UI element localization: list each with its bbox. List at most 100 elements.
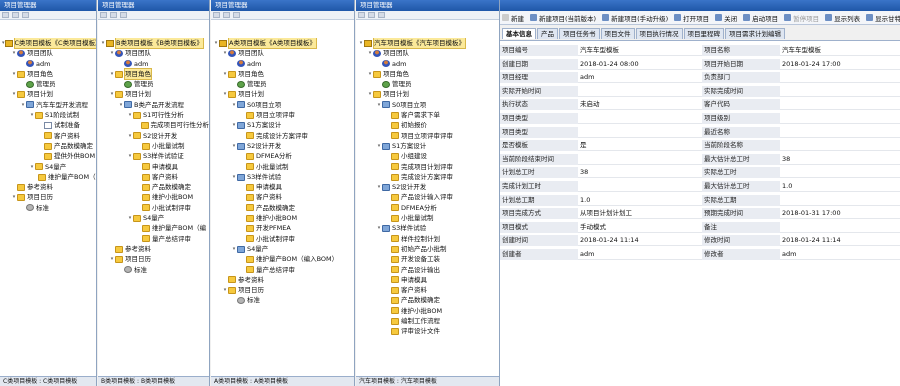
toolbar-button[interactable]: 暂停项目 [784,13,819,23]
tree-node[interactable]: 产品设计输出 [356,265,499,275]
pane-footer-tab[interactable]: C类项目模板 : C类项目模板 [0,376,96,386]
tree-node[interactable]: ▾ 项目日历 [0,192,96,202]
field-value[interactable]: 2018-01-24 11:14 [780,235,900,247]
pane-footer-tab[interactable]: A类项目模板 : A类项目模板 [211,376,354,386]
tree-node[interactable]: ▾ S0项目立项 [211,100,354,110]
toolbar-button-icon[interactable] [110,12,117,18]
tree-node[interactable]: DFMEA分析 [356,203,499,213]
toolbar-button-icon[interactable] [100,12,107,18]
tree-node[interactable]: 完成项目计划评审 [356,162,499,172]
toolbar-button-icon[interactable] [223,12,230,18]
tree-node[interactable]: 维护量产BOM（编入BOM） [211,254,354,264]
tree-node[interactable]: 参考资料 [98,244,209,254]
tree-node[interactable]: 标准 [0,203,96,213]
tree-node[interactable]: 项目立项评审评审 [356,131,499,141]
toolbar-button-icon[interactable] [2,12,9,18]
tree-node[interactable]: 评审设计文件 [356,326,499,336]
tree-node[interactable]: 完成设计方案评审 [356,172,499,182]
tree-node[interactable]: ▾ 项目团队 [0,48,96,58]
tab-new[interactable]: 新建 [502,13,524,23]
tree-node[interactable]: 试制准备 [0,120,96,130]
tree-node[interactable]: 产品数模确定 [0,141,96,151]
field-value[interactable]: adm [578,249,702,260]
tree-node[interactable]: 标准 [98,265,209,275]
tree-node[interactable]: 小批试制评审 [211,234,354,244]
tree-node[interactable]: ▾ 项目计划 [0,89,96,99]
field-value[interactable]: 是 [578,140,702,152]
tree-node[interactable]: 开发PFMEA [211,223,354,233]
toolbar-button-icon[interactable] [378,12,385,18]
tree-node[interactable]: adm [211,59,354,69]
tree-node[interactable]: 样件控制计划 [356,234,499,244]
field-value[interactable]: 汽车车型模板 [780,45,900,56]
tree-node[interactable]: 小批量试制 [211,162,354,172]
tree-node[interactable]: 初始产品小批制 [356,244,499,254]
tree-node[interactable]: ▾ 项目角色 [0,69,96,79]
field-value[interactable]: adm [780,249,900,260]
toolbar-button[interactable]: 显示甘特图 [866,13,900,23]
field-value[interactable] [578,85,702,97]
detail-tab[interactable]: 项目任务书 [559,28,600,39]
tree-node[interactable]: ▾ S3样件试验 [356,223,499,233]
field-value[interactable]: 2018-01-31 17:00 [780,208,900,220]
tree-node[interactable]: 参考资料 [211,275,354,285]
tree-node[interactable]: 量产总结评审 [211,265,354,275]
tree-node[interactable]: 小批试制评审 [98,203,209,213]
toolbar-button[interactable]: 启动项目 [743,13,778,23]
toolbar-button[interactable]: 显示列表 [825,13,860,23]
tree-node[interactable]: 小批量试制 [356,213,499,223]
tree-node[interactable]: 初始报价 [356,120,499,130]
tree-node[interactable]: 维护小批BOM [211,213,354,223]
field-value[interactable] [780,113,900,124]
tree-node[interactable]: 管理员 [356,79,499,89]
tree-node[interactable]: ▾ S1阶段试制 [0,110,96,120]
tree-node[interactable]: ▾ 项目日历 [98,254,209,264]
tree-node[interactable]: ▾ S1方案设计 [356,141,499,151]
tree-node[interactable]: ▾ 项目团队 [211,48,354,58]
tree-node[interactable]: ▾ S4量产 [0,162,96,172]
tree-node[interactable]: 参考资料 [0,182,96,192]
tree-node[interactable]: 产品数模确定 [98,182,209,192]
tree-node[interactable]: 维护小批BOM [356,306,499,316]
tree-node[interactable]: 小组建设 [356,151,499,161]
tree-node[interactable]: ▾ S2设计开发 [98,131,209,141]
field-value[interactable]: 38 [578,167,702,179]
field-value[interactable]: 2018-01-24 11:14 [578,235,702,247]
field-value[interactable] [780,221,900,233]
tree-node[interactable]: ▾ 项目计划 [211,89,354,99]
tree-node[interactable]: 管理员 [0,79,96,89]
field-value[interactable]: 手动模式 [578,221,702,233]
field-value[interactable] [780,140,900,152]
tree-node[interactable]: ▾ S0项目立项 [356,100,499,110]
field-value[interactable]: 38 [780,153,900,165]
tree-node[interactable]: 维护小批BOM [98,192,209,202]
tree-node[interactable]: 小批量试制 [98,141,209,151]
field-value[interactable] [780,85,900,97]
tree-node[interactable]: 客户资料 [98,172,209,182]
pane-footer-tab[interactable]: 汽车项目模板 : 汽车项目模板 [356,376,499,386]
detail-tab[interactable]: 项目执行情况 [635,28,683,39]
tree-node[interactable]: ▾ A类项目模板《A类项目模板》 [211,38,354,50]
field-value[interactable] [578,126,702,138]
tree-node[interactable]: 产品数模确定 [356,295,499,305]
tree-node[interactable]: ▾ 汽车车型开发流程 [0,100,96,110]
tree-node[interactable]: 产品设计输入评审 [356,192,499,202]
tree-node[interactable]: adm [98,59,209,69]
tree-node[interactable]: ▾ B类项目模板《B类项目模板》 [98,38,209,50]
tree-node[interactable]: ▾ S1方案设计 [211,120,354,130]
tree-node[interactable]: 客户资料 [0,131,96,141]
detail-tab[interactable]: 产品 [537,28,558,39]
field-value[interactable] [578,153,702,165]
tree-node[interactable]: ▾ S2设计开发 [356,182,499,192]
tree-node[interactable]: ▾ S4量产 [98,213,209,223]
tree-node[interactable]: ▾ 项目日历 [211,285,354,295]
field-value[interactable] [780,72,900,84]
field-value[interactable] [780,126,900,138]
tree-node[interactable]: ▾ 项目团队 [98,48,209,58]
tree-node[interactable]: ▾ S3样件试验证 [98,151,209,161]
tree-node[interactable]: DFMEA分析 [211,151,354,161]
tree-node[interactable]: ▾ 汽车项目模板《汽车项目模板》 [356,38,499,50]
detail-tab[interactable]: 项目文件 [600,28,635,39]
tree-node[interactable]: 完成设计方案评审 [211,131,354,141]
tree-node[interactable]: ▾ 项目计划 [356,89,499,99]
